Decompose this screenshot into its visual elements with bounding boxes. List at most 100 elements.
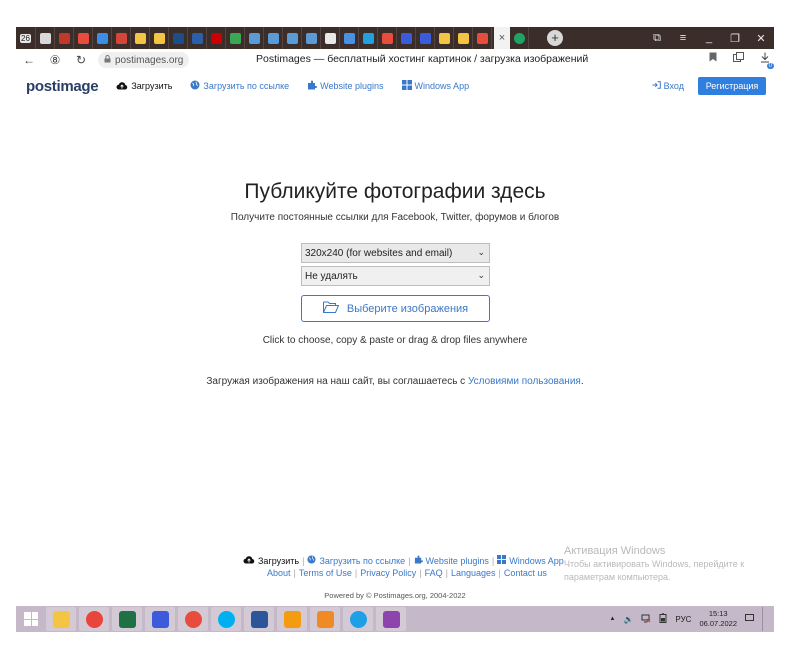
menu-icon[interactable]: ≡ bbox=[670, 32, 696, 45]
browser-tab[interactable] bbox=[359, 27, 378, 49]
browser-tab[interactable] bbox=[454, 27, 473, 49]
taskbar-app-winrar[interactable] bbox=[376, 607, 406, 631]
browser-tab[interactable] bbox=[112, 27, 131, 49]
chevron-down-icon: ⌄ bbox=[477, 270, 485, 280]
taskbar-app-skype[interactable] bbox=[211, 607, 241, 631]
browser-tab[interactable] bbox=[283, 27, 302, 49]
browser-tab[interactable] bbox=[321, 27, 340, 49]
url-field[interactable]: postimages.org bbox=[98, 52, 190, 68]
browser-tab[interactable] bbox=[169, 27, 188, 49]
tab-favicon-icon bbox=[419, 32, 431, 44]
browser-tab[interactable] bbox=[302, 27, 321, 49]
terms-notice: Загружая изображения на наш сайт, вы сог… bbox=[16, 376, 774, 387]
taskbar-app-word-pad[interactable] bbox=[244, 607, 274, 631]
postimage-logo[interactable]: postimage bbox=[26, 78, 99, 95]
footer-windows-app-link[interactable]: Windows App bbox=[509, 556, 564, 566]
tab-counter-button[interactable]: 26 bbox=[16, 27, 36, 49]
tray-overflow-icon[interactable]: ▲ bbox=[610, 616, 616, 622]
activation-title: Активация Windows bbox=[564, 545, 666, 557]
tab-favicon-icon bbox=[58, 32, 70, 44]
browser-tab[interactable] bbox=[473, 27, 492, 49]
clock[interactable]: 15:13 06.07.2022 bbox=[699, 609, 737, 629]
browser-tab[interactable] bbox=[36, 27, 55, 49]
yandex-browser-icon bbox=[184, 610, 202, 628]
browser-tab[interactable] bbox=[93, 27, 112, 49]
taskbar-app-excel[interactable] bbox=[112, 607, 142, 631]
taskbar-app-file-explorer[interactable] bbox=[46, 607, 76, 631]
tab-favicon-icon bbox=[324, 32, 336, 44]
reader-mode-icon[interactable]: ⑧ bbox=[42, 53, 68, 67]
window-controls: ⧉ ≡ _ ❐ ✕ bbox=[644, 32, 774, 45]
input-language[interactable]: РУС bbox=[675, 615, 691, 624]
browser-tab[interactable] bbox=[207, 27, 226, 49]
reload-button[interactable]: ↻ bbox=[68, 53, 94, 67]
browser-tab[interactable] bbox=[131, 27, 150, 49]
new-tab-button[interactable]: + bbox=[547, 30, 563, 46]
taskbar-app-rss-reader[interactable] bbox=[277, 607, 307, 631]
nav-windows-app-label: Windows App bbox=[414, 81, 470, 91]
downloads-icon[interactable]: 0 bbox=[760, 52, 774, 69]
browser-tab[interactable] bbox=[245, 27, 264, 49]
start-button[interactable] bbox=[16, 606, 46, 632]
windows-logo-icon bbox=[497, 555, 507, 566]
footer-upload-by-link[interactable]: Загрузить по ссылке bbox=[319, 556, 405, 566]
browser-tab[interactable] bbox=[188, 27, 207, 49]
nav-plugins-link[interactable]: Website plugins bbox=[307, 80, 384, 92]
footer-upload-link[interactable]: Загрузить bbox=[258, 556, 299, 566]
tab-favicon-icon bbox=[267, 32, 279, 44]
show-desktop-button[interactable] bbox=[762, 607, 766, 631]
nav-upload-link[interactable]: Загрузить bbox=[116, 81, 172, 92]
footer-privacy-link[interactable]: Privacy Policy bbox=[360, 568, 416, 578]
terms-link[interactable]: Условиями пользования bbox=[468, 376, 581, 387]
tab-favicon-icon bbox=[513, 32, 525, 44]
globe-icon bbox=[190, 80, 200, 92]
browser-tab[interactable] bbox=[150, 27, 169, 49]
active-tab[interactable]: × bbox=[494, 27, 510, 49]
browser-tab[interactable] bbox=[74, 27, 93, 49]
browser-tab[interactable] bbox=[416, 27, 435, 49]
image-size-select[interactable]: 320x240 (for websites and email) ⌄ bbox=[301, 243, 490, 263]
taskbar-apps bbox=[46, 607, 409, 631]
footer-languages-link[interactable]: Languages bbox=[451, 568, 496, 578]
collections-icon[interactable] bbox=[733, 52, 744, 66]
taskbar-app-chrome[interactable] bbox=[79, 607, 109, 631]
taskbar-app-internet-explorer[interactable] bbox=[343, 607, 373, 631]
browser-tab[interactable] bbox=[378, 27, 397, 49]
browser-tab[interactable] bbox=[340, 27, 359, 49]
footer-terms-link[interactable]: Terms of Use bbox=[299, 568, 352, 578]
taskbar-app-network-tool[interactable] bbox=[145, 607, 175, 631]
expiration-select[interactable]: Не удалять ⌄ bbox=[301, 266, 490, 286]
restore-tabs-icon[interactable]: ⧉ bbox=[644, 32, 670, 45]
browser-tab[interactable] bbox=[55, 27, 74, 49]
browser-tab[interactable] bbox=[264, 27, 283, 49]
bookmark-icon[interactable] bbox=[709, 52, 717, 66]
tab-favicon-icon bbox=[96, 32, 108, 44]
login-link[interactable]: Вход bbox=[652, 81, 684, 91]
browser-tab[interactable] bbox=[226, 27, 245, 49]
footer-faq-link[interactable]: FAQ bbox=[425, 568, 443, 578]
taskbar-app-foxit-reader[interactable] bbox=[310, 607, 340, 631]
maximize-icon[interactable]: ❐ bbox=[722, 32, 748, 45]
battery-icon[interactable] bbox=[659, 613, 667, 625]
windows-start-icon bbox=[24, 612, 38, 626]
nav-windows-app-link[interactable]: Windows App bbox=[401, 80, 470, 92]
close-tab-icon[interactable]: × bbox=[499, 32, 505, 44]
footer-about-link[interactable]: About bbox=[267, 568, 291, 578]
footer-contact-link[interactable]: Contact us bbox=[504, 568, 547, 578]
notifications-icon[interactable] bbox=[745, 614, 754, 624]
browser-tab[interactable] bbox=[435, 27, 454, 49]
close-window-icon[interactable]: ✕ bbox=[748, 32, 774, 45]
nav-upload-by-link[interactable]: Загрузить по ссылке bbox=[190, 80, 289, 92]
tab-next[interactable] bbox=[510, 27, 529, 49]
browser-tab[interactable] bbox=[397, 27, 416, 49]
network-icon[interactable] bbox=[641, 614, 651, 625]
taskbar-app-yandex-browser[interactable] bbox=[178, 607, 208, 631]
folder-open-icon bbox=[322, 301, 340, 316]
internet-explorer-icon bbox=[349, 610, 367, 628]
register-button[interactable]: Регистрация bbox=[698, 77, 766, 95]
choose-images-button[interactable]: Выберите изображения bbox=[301, 295, 490, 322]
back-button[interactable]: ← bbox=[16, 53, 42, 67]
footer-plugins-link[interactable]: Website plugins bbox=[426, 556, 489, 566]
minimize-icon[interactable]: _ bbox=[696, 32, 722, 45]
volume-icon[interactable]: 🔊 bbox=[623, 615, 633, 624]
